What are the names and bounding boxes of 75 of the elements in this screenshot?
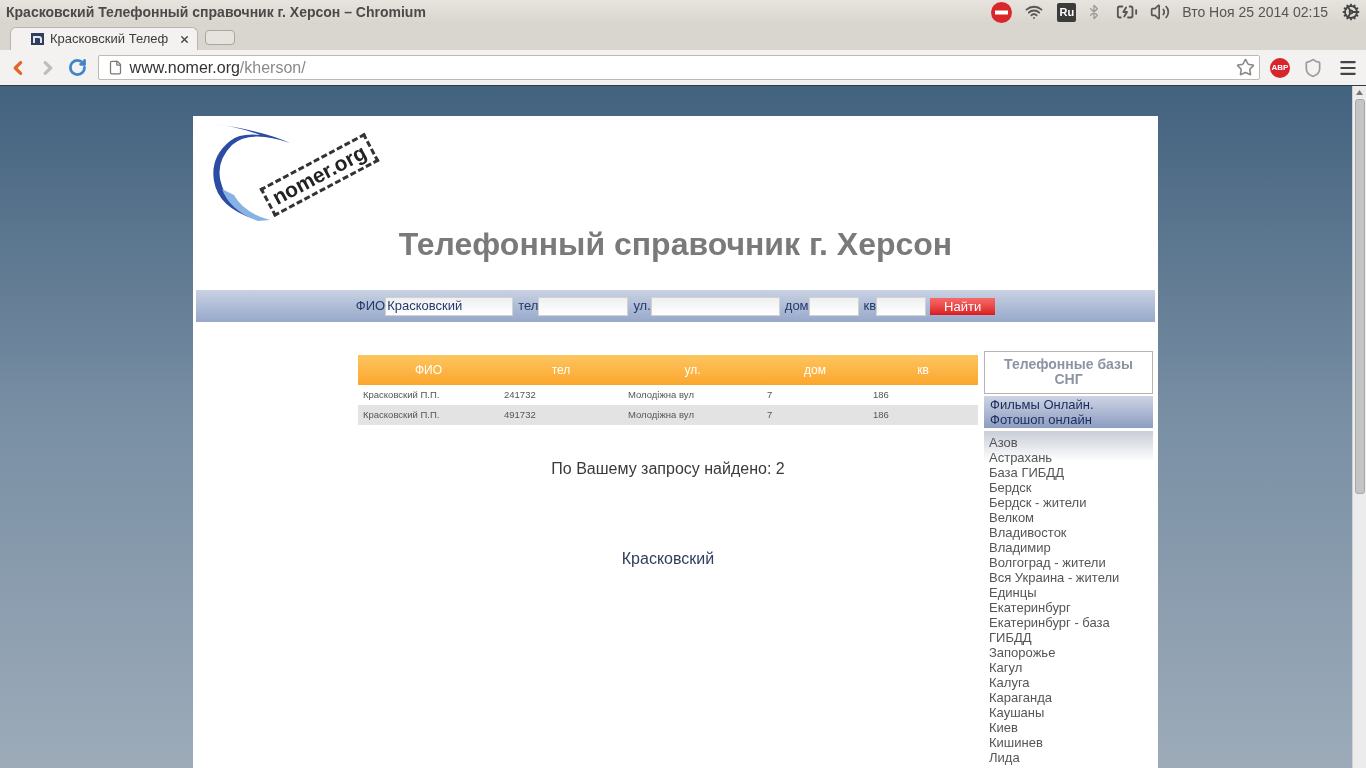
city-link[interactable]: Екатеринбург (989, 600, 1071, 615)
page-icon (107, 60, 123, 75)
favicon-icon (31, 33, 44, 45)
search-input[interactable] (650, 296, 780, 316)
column-header: кв (916, 362, 930, 379)
scroll-up-arrow-icon[interactable] (1356, 90, 1363, 95)
field-label: тел (518, 297, 539, 316)
city-link[interactable]: Азов (989, 435, 1018, 450)
volume-icon[interactable] (1150, 2, 1171, 22)
url-host: www.nomer.org (129, 57, 240, 78)
city-link[interactable]: Лида (989, 750, 1020, 765)
field-label: кв (863, 297, 877, 316)
keyboard-layout-indicator[interactable]: Ru (1057, 2, 1077, 22)
close-icon[interactable] (179, 33, 190, 45)
bookmark-star-icon[interactable] (1236, 58, 1255, 77)
table-cell-text: Молодіжна вул (627, 387, 695, 402)
table-cell-text: Молодіжна вул (627, 407, 695, 422)
no-entry-icon[interactable] (991, 1, 1013, 23)
settings-icon[interactable] (1342, 3, 1360, 21)
city-link[interactable]: Астрахань (989, 450, 1053, 465)
city-link[interactable]: Единцы (989, 585, 1037, 600)
city-link[interactable]: Владимир (989, 540, 1051, 555)
scrollbar-thumb[interactable] (1354, 99, 1365, 494)
reload-icon[interactable] (67, 58, 87, 77)
city-link[interactable]: Екатеринбург - база ГИБДД (989, 615, 1149, 645)
city-link[interactable]: Кишинев (989, 735, 1043, 750)
city-link[interactable]: Бердск - жители (989, 495, 1087, 510)
table-cell-text: 241732 (503, 387, 537, 402)
search-input[interactable] (876, 296, 927, 316)
page-title: Телефонный справочник г. Херсон (397, 225, 954, 263)
city-link[interactable]: Бердск (989, 480, 1032, 495)
search-button[interactable]: Найти (930, 297, 996, 315)
field-label: дом (784, 297, 809, 316)
city-link[interactable]: Запорожье (989, 645, 1056, 660)
clock[interactable]: Вто Ноя 25 2014 02:15 (1182, 1, 1328, 23)
column-header: дом (803, 362, 827, 379)
promo-link[interactable]: Фотошоп онлайн (990, 412, 1092, 427)
table-cell-text: Красковский П.П. (362, 387, 441, 402)
sidebar-heading: Телефонные базы СНГ (984, 351, 1153, 394)
wifi-icon[interactable] (1025, 3, 1044, 21)
shield-icon[interactable] (1303, 57, 1323, 78)
city-link[interactable]: Волгоград - жители (989, 555, 1106, 570)
url-path: /kherson/ (239, 57, 306, 78)
city-link[interactable]: Каушаны (989, 705, 1045, 720)
promo-link[interactable]: Фильмы Онлайн. (990, 397, 1094, 412)
column-header: ул. (683, 362, 702, 379)
city-link[interactable]: Велком (989, 510, 1035, 525)
search-input[interactable] (808, 296, 859, 316)
search-input[interactable] (538, 296, 629, 316)
city-link[interactable]: Кагул (989, 660, 1023, 675)
adblock-button[interactable]: ABP (1270, 57, 1290, 78)
address-bar[interactable]: www.nomer.org/kherson/ (97, 55, 1260, 80)
city-link[interactable]: Калуга (989, 675, 1030, 690)
result-count: По Вашему запросу найдено: 2 (550, 459, 786, 479)
table-cell-text: 7 (766, 387, 774, 402)
browser-tab[interactable]: Красковский Телеф (10, 27, 198, 50)
table-cell-text: 491732 (503, 407, 537, 422)
column-header: ФИО (413, 362, 444, 379)
table-cell-text: Красковский П.П. (362, 407, 441, 422)
scrollbar-track[interactable] (1352, 86, 1366, 768)
table-cell-text: 7 (766, 407, 774, 422)
city-link[interactable]: Вся Украина - жители (989, 570, 1120, 585)
query-text: Красковский (620, 549, 716, 569)
search-input[interactable]: Красковский (385, 296, 514, 316)
table-cell-text: 186 (872, 387, 890, 402)
city-link[interactable]: Владивосток (989, 525, 1067, 540)
city-link[interactable]: Киев (989, 720, 1018, 735)
new-tab-button[interactable] (205, 30, 235, 45)
window-title: Красковский Телефонный справочник г. Херсон – Chromium (6, 2, 426, 22)
field-label: ФИО (355, 297, 386, 316)
city-link[interactable]: Караганда (989, 690, 1052, 705)
field-label: ул. (633, 297, 651, 316)
column-header: тел (550, 362, 572, 379)
table-cell-text: 186 (872, 407, 890, 422)
city-link[interactable]: База ГИБДД (989, 465, 1064, 480)
